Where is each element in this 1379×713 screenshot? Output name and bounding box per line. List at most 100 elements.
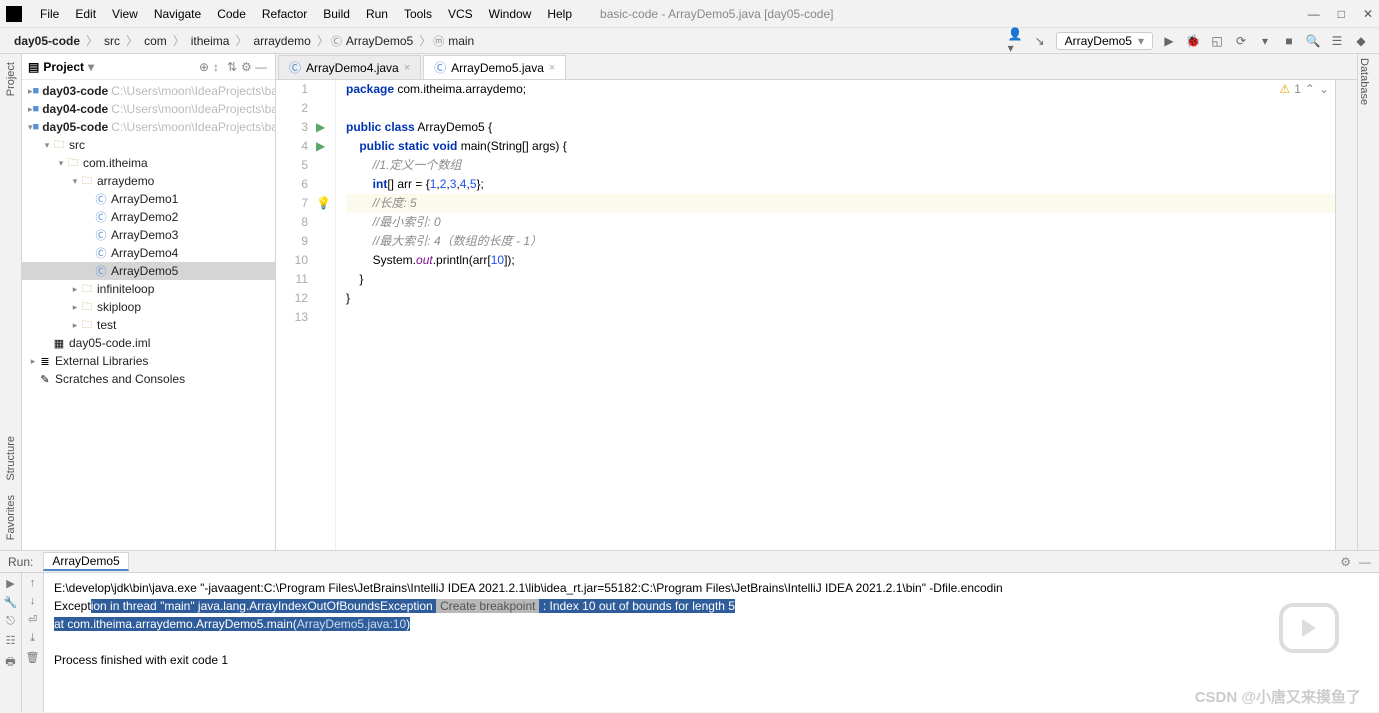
- close-tab-icon[interactable]: ×: [404, 62, 410, 74]
- menu-help[interactable]: Help: [539, 3, 580, 25]
- tab-ArrayDemo5.java[interactable]: ⒸArrayDemo5.java×: [423, 55, 566, 79]
- tree-day03-code[interactable]: ▸■day03-codeC:\Users\moon\IdeaProjects\b…: [22, 82, 275, 100]
- right-rail: Database: [1357, 54, 1379, 550]
- tree-day05-code[interactable]: ▾■day05-codeC:\Users\moon\IdeaProjects\b…: [22, 118, 275, 136]
- rerun-icon[interactable]: ▶: [6, 577, 14, 590]
- menu-code[interactable]: Code: [209, 3, 254, 25]
- menu-vcs[interactable]: VCS: [440, 3, 481, 25]
- target-icon[interactable]: ⊕: [199, 60, 213, 74]
- tree-com.itheima[interactable]: ▾🗀com.itheima: [22, 154, 275, 172]
- stack-link[interactable]: ArrayDemo5.java:10: [297, 617, 406, 631]
- hide-icon[interactable]: —: [255, 60, 269, 74]
- bulb-icon[interactable]: 💡: [316, 196, 331, 210]
- console-exception: Exception in thread "main" java.lang.Arr…: [54, 597, 1369, 615]
- menu-window[interactable]: Window: [481, 3, 540, 25]
- menu-build[interactable]: Build: [315, 3, 358, 25]
- exit-icon[interactable]: ⎋: [6, 615, 15, 628]
- search-icon[interactable]: 🔍: [1305, 33, 1321, 49]
- coverage-icon[interactable]: ◱: [1209, 33, 1225, 49]
- favorites-tool-tab[interactable]: Favorites: [5, 491, 17, 544]
- tool-icon[interactable]: 🔧: [4, 596, 18, 609]
- menu-file[interactable]: File: [32, 3, 67, 25]
- console: ▶ 🔧 ⎋ ☷ 🖶 ↑ ↓ ⏎ ⤓ 🗑 E:\develop\jdk\bin\j…: [0, 572, 1379, 712]
- run-tab[interactable]: ArrayDemo5: [43, 552, 128, 571]
- tree-Scratches and Consoles[interactable]: ✎Scratches and Consoles: [22, 370, 275, 388]
- tree-src[interactable]: ▾🗀src: [22, 136, 275, 154]
- left-rail: Project Structure Favorites: [0, 54, 22, 550]
- maximize-icon[interactable]: □: [1338, 7, 1345, 21]
- main-menu: FileEditViewNavigateCodeRefactorBuildRun…: [32, 3, 580, 25]
- project-tree[interactable]: ▸■day03-codeC:\Users\moon\IdeaProjects\b…: [22, 80, 275, 550]
- up-icon[interactable]: ↑: [30, 577, 36, 589]
- menu-refactor[interactable]: Refactor: [254, 3, 315, 25]
- close-tab-icon[interactable]: ×: [549, 62, 555, 74]
- create-breakpoint-link[interactable]: Create breakpoint: [436, 599, 539, 613]
- breadcrumb-method[interactable]: main: [444, 34, 478, 48]
- run-gutter-icon[interactable]: ▶: [316, 139, 325, 153]
- close-icon[interactable]: ✕: [1363, 7, 1373, 21]
- tree-day05-code.iml[interactable]: ▦day05-code.iml: [22, 334, 275, 352]
- structure-tool-tab[interactable]: Structure: [5, 432, 17, 485]
- menu-tools[interactable]: Tools: [396, 3, 440, 25]
- breadcrumb[interactable]: itheima: [187, 34, 234, 48]
- down-icon[interactable]: ↓: [30, 595, 36, 607]
- tree-test[interactable]: ▸🗀test: [22, 316, 275, 334]
- profile-icon[interactable]: ⟳: [1233, 33, 1249, 49]
- collapse-icon[interactable]: ↕: [213, 60, 227, 74]
- warning-icon: ⚠: [1279, 82, 1290, 96]
- breadcrumb-class[interactable]: ArrayDemo5: [342, 34, 417, 48]
- play-overlay-icon: [1279, 603, 1339, 653]
- project-tool-tab[interactable]: Project: [5, 58, 17, 100]
- notify-icon[interactable]: ◆: [1353, 33, 1369, 49]
- clear-icon[interactable]: 🗑: [26, 651, 40, 664]
- titlebar: FileEditViewNavigateCodeRefactorBuildRun…: [0, 0, 1379, 28]
- console-stack: at com.itheima.arraydemo.ArrayDemo5.main…: [54, 615, 1369, 633]
- attach-icon[interactable]: ▾: [1257, 33, 1273, 49]
- run-config-selector[interactable]: ArrayDemo5▾: [1056, 32, 1153, 50]
- run-icon[interactable]: ▶: [1161, 33, 1177, 49]
- run-settings-icon[interactable]: ⚙: [1340, 555, 1351, 569]
- tree-arraydemo[interactable]: ▾🗀arraydemo: [22, 172, 275, 190]
- scroll-icon[interactable]: ⤓: [30, 632, 35, 645]
- tree-skiploop[interactable]: ▸🗀skiploop: [22, 298, 275, 316]
- layout-icon[interactable]: ☷: [6, 634, 16, 647]
- console-output[interactable]: E:\develop\jdk\bin\java.exe "-javaagent:…: [44, 573, 1379, 712]
- editor-pane: ⒸArrayDemo4.java×ⒸArrayDemo5.java× ⚠1⌃⌄ …: [276, 54, 1357, 550]
- tab-ArrayDemo4.java[interactable]: ⒸArrayDemo4.java×: [278, 55, 421, 79]
- debug-icon[interactable]: 🐞: [1185, 33, 1201, 49]
- tree-ArrayDemo1[interactable]: ⒸArrayDemo1: [22, 190, 275, 208]
- tree-day04-code[interactable]: ▸■day04-codeC:\Users\moon\IdeaProjects\b…: [22, 100, 275, 118]
- settings-icon[interactable]: ☰: [1329, 33, 1345, 49]
- editor-tabs: ⒸArrayDemo4.java×ⒸArrayDemo5.java×: [276, 54, 1357, 80]
- code-editor[interactable]: package com.itheima.arraydemo;public cla…: [336, 80, 1335, 550]
- minimize-icon[interactable]: —: [1308, 7, 1320, 21]
- tree-ArrayDemo3[interactable]: ⒸArrayDemo3: [22, 226, 275, 244]
- console-command: E:\develop\jdk\bin\java.exe "-javaagent:…: [54, 579, 1369, 597]
- breadcrumb[interactable]: com: [140, 34, 171, 48]
- tree-infiniteloop[interactable]: ▸🗀infiniteloop: [22, 280, 275, 298]
- project-pane: ▤Project ▾ ⊕ ↕ ⇅ ⚙ — ▸■day03-codeC:\User…: [22, 54, 276, 550]
- print-icon[interactable]: 🖶: [5, 653, 15, 672]
- build-icon[interactable]: ↘: [1032, 33, 1048, 49]
- menu-view[interactable]: View: [104, 3, 146, 25]
- gear-icon[interactable]: ⚙: [241, 60, 255, 74]
- menu-navigate[interactable]: Navigate: [146, 3, 209, 25]
- menu-edit[interactable]: Edit: [67, 3, 104, 25]
- user-icon[interactable]: 👤▾: [1008, 33, 1024, 49]
- run-hide-icon[interactable]: —: [1359, 555, 1371, 569]
- tree-ArrayDemo4[interactable]: ⒸArrayDemo4: [22, 244, 275, 262]
- tree-ArrayDemo5[interactable]: ⒸArrayDemo5: [22, 262, 275, 280]
- breadcrumb[interactable]: src: [100, 34, 124, 48]
- breadcrumb[interactable]: arraydemo: [249, 34, 314, 48]
- run-gutter-icon[interactable]: ▶: [316, 120, 325, 134]
- stop-icon[interactable]: ■: [1281, 33, 1297, 49]
- menu-run[interactable]: Run: [358, 3, 396, 25]
- console-exit: Process finished with exit code 1: [54, 651, 1369, 669]
- breadcrumb-root[interactable]: day05-code: [10, 34, 84, 48]
- tree-ArrayDemo2[interactable]: ⒸArrayDemo2: [22, 208, 275, 226]
- wrap-icon[interactable]: ⏎: [28, 613, 37, 626]
- database-tool-tab[interactable]: Database: [1358, 54, 1370, 109]
- tree-External Libraries[interactable]: ▸≣External Libraries: [22, 352, 275, 370]
- app-logo: [6, 6, 22, 22]
- expand-icon[interactable]: ⇅: [227, 60, 241, 74]
